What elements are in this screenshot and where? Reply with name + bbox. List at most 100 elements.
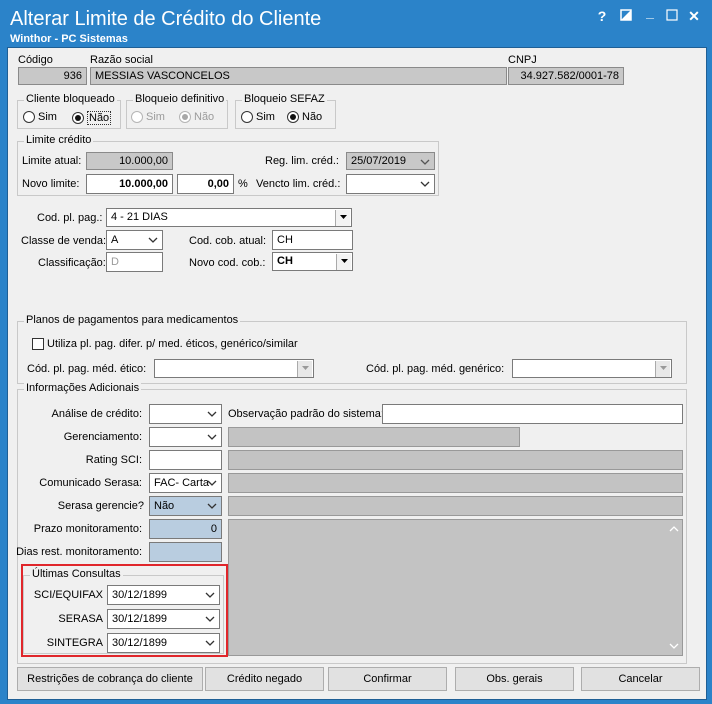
cod-pl-pag-value: 4 - 21 DIAS bbox=[111, 211, 168, 223]
dropdown-button[interactable] bbox=[655, 361, 670, 377]
confirmar-button[interactable]: Confirmar bbox=[328, 667, 447, 691]
radio-icon bbox=[131, 111, 143, 123]
scrollbar[interactable] bbox=[666, 520, 682, 655]
bloqueio-definitivo-label: Bloqueio definitivo bbox=[133, 93, 227, 105]
novo-cod-cob-label: Novo cod. cob.: bbox=[189, 257, 266, 269]
credito-negado-button[interactable]: Crédito negado bbox=[205, 667, 324, 691]
classificacao-field: D bbox=[106, 252, 163, 272]
razao-field: MESSIAS VASCONCELOS bbox=[90, 67, 507, 85]
cliente-bloqueado-label: Cliente bloqueado bbox=[24, 93, 117, 105]
window-title: Alterar Limite de Crédito do Cliente bbox=[10, 8, 322, 30]
restore-icon[interactable] bbox=[617, 8, 635, 24]
chevron-down-icon bbox=[148, 237, 158, 243]
observacao-textarea[interactable] bbox=[228, 519, 683, 656]
reg-lim-cred-label: Reg. lim. créd.: bbox=[265, 155, 339, 167]
radio-icon bbox=[23, 111, 35, 123]
dropdown-button[interactable] bbox=[336, 254, 351, 270]
bloqueio-sefaz-sim[interactable]: Sim bbox=[241, 111, 275, 123]
medicamentos-group: Planos de pagamentos para medicamentos U… bbox=[17, 314, 687, 384]
cancelar-button[interactable]: Cancelar bbox=[581, 667, 700, 691]
bloqueio-definitivo-sim: Sim bbox=[131, 111, 165, 123]
maximize-icon[interactable] bbox=[663, 8, 681, 24]
triangle-down-icon bbox=[340, 215, 347, 219]
cnpj-label: CNPJ bbox=[508, 54, 537, 66]
serasa-gerencie-select[interactable]: Não bbox=[149, 496, 222, 516]
minimize-icon[interactable]: _ bbox=[641, 4, 659, 20]
close-button[interactable]: ✕ bbox=[685, 8, 703, 25]
percent-sign: % bbox=[238, 178, 248, 190]
cod-pl-pag-label: Cod. pl. pag.: bbox=[37, 212, 103, 224]
bloqueio-definitivo-nao: Não bbox=[179, 111, 214, 123]
info-adicionais-label: Informações Adicionais bbox=[24, 382, 142, 394]
radio-label: Não bbox=[302, 111, 323, 123]
bloqueio-definitivo-group: Bloqueio definitivo Sim Não bbox=[126, 93, 228, 129]
serasa-gerencie-label: Serasa gerencie? bbox=[57, 500, 144, 512]
limite-credito-group: Limite crédito Limite atual: 10.000,00 N… bbox=[17, 134, 439, 196]
bloqueio-sefaz-group: Bloqueio SEFAZ Sim Não bbox=[235, 93, 336, 129]
limite-atual-field: 10.000,00 bbox=[86, 152, 173, 170]
novo-cod-cob-value: CH bbox=[277, 255, 293, 267]
etico-select[interactable] bbox=[154, 359, 314, 378]
checkbox-icon bbox=[32, 338, 44, 350]
novo-limite-label: Novo limite: bbox=[22, 178, 80, 190]
percent-input[interactable]: 0,00 bbox=[177, 174, 234, 194]
dropdown-button[interactable] bbox=[297, 361, 312, 377]
radio-icon bbox=[241, 111, 253, 123]
reg-lim-cred-select: 25/07/2019 bbox=[346, 152, 435, 170]
scroll-down-icon[interactable] bbox=[666, 640, 682, 652]
triangle-down-icon bbox=[341, 259, 348, 263]
restricoes-button[interactable]: Restrições de cobrança do cliente bbox=[17, 667, 203, 691]
prazo-monitoramento-field: 0 bbox=[149, 519, 222, 539]
chevron-down-icon bbox=[420, 181, 430, 187]
rating-sci-input[interactable] bbox=[149, 450, 222, 470]
obs-gerais-button[interactable]: Obs. gerais bbox=[455, 667, 574, 691]
triangle-down-icon bbox=[660, 366, 667, 370]
radio-icon bbox=[72, 112, 84, 124]
prazo-monitoramento-label: Prazo monitoramento: bbox=[33, 523, 142, 535]
help-button[interactable]: ? bbox=[593, 8, 611, 24]
comunicado-serasa-info-field bbox=[228, 473, 683, 493]
vencto-lim-cred-select[interactable] bbox=[346, 174, 435, 194]
serasa-gerencie-info-field bbox=[228, 496, 683, 516]
radio-label: Sim bbox=[146, 111, 165, 123]
scroll-up-icon[interactable] bbox=[666, 523, 682, 535]
analise-credito-select[interactable] bbox=[149, 404, 222, 424]
limite-credito-label: Limite crédito bbox=[24, 134, 94, 146]
classe-venda-label: Classe de venda: bbox=[21, 235, 106, 247]
cod-cob-atual-label: Cod. cob. atual: bbox=[189, 235, 267, 247]
radio-label: Não bbox=[87, 111, 112, 125]
window: Alterar Limite de Crédito do Cliente Win… bbox=[0, 0, 712, 704]
gerenciamento-label: Gerenciamento: bbox=[63, 431, 142, 443]
dias-rest-field bbox=[149, 542, 222, 562]
observacao-label: Observação padrão do sistema: bbox=[228, 408, 384, 420]
cnpj-field: 34.927.582/0001-78 bbox=[508, 67, 624, 85]
gerenciamento-info-field bbox=[228, 427, 520, 447]
comunicado-serasa-select[interactable]: FAC- Carta bbox=[149, 473, 222, 493]
cliente-bloqueado-group: Cliente bloqueado Sim Não bbox=[17, 93, 121, 129]
radio-icon bbox=[179, 111, 191, 123]
dropdown-button[interactable] bbox=[335, 210, 350, 226]
chevron-down-icon bbox=[207, 434, 217, 440]
razao-label: Razão social bbox=[90, 54, 153, 66]
classe-venda-select[interactable]: A bbox=[106, 230, 163, 250]
limite-atual-label: Limite atual: bbox=[22, 155, 82, 167]
cliente-bloqueado-sim[interactable]: Sim bbox=[23, 111, 57, 123]
generico-select[interactable] bbox=[512, 359, 672, 378]
cod-pl-pag-select[interactable]: 4 - 21 DIAS bbox=[106, 208, 352, 227]
novo-limite-input[interactable]: 10.000,00 bbox=[86, 174, 173, 194]
bloqueio-sefaz-nao[interactable]: Não bbox=[287, 111, 322, 123]
comunicado-serasa-label: Comunicado Serasa: bbox=[39, 477, 142, 489]
novo-cod-cob-select[interactable]: CH bbox=[272, 252, 353, 271]
analise-credito-label: Análise de crédito: bbox=[51, 408, 143, 420]
cliente-bloqueado-nao[interactable]: Não bbox=[72, 111, 112, 125]
etico-label: Cód. pl. pag. méd. ético: bbox=[27, 363, 147, 375]
rating-sci-info-field bbox=[228, 450, 683, 470]
radio-icon bbox=[287, 111, 299, 123]
gerenciamento-select[interactable] bbox=[149, 427, 222, 447]
vencto-lim-cred-label: Vencto lim. créd.: bbox=[256, 178, 341, 190]
window-subtitle: Winthor - PC Sistemas bbox=[10, 33, 128, 45]
medicamentos-checkbox[interactable]: Utiliza pl. pag. difer. p/ med. éticos, … bbox=[32, 338, 298, 350]
bloqueio-sefaz-label: Bloqueio SEFAZ bbox=[242, 93, 327, 105]
observacao-input[interactable] bbox=[382, 404, 683, 424]
radio-label: Sim bbox=[38, 111, 57, 123]
